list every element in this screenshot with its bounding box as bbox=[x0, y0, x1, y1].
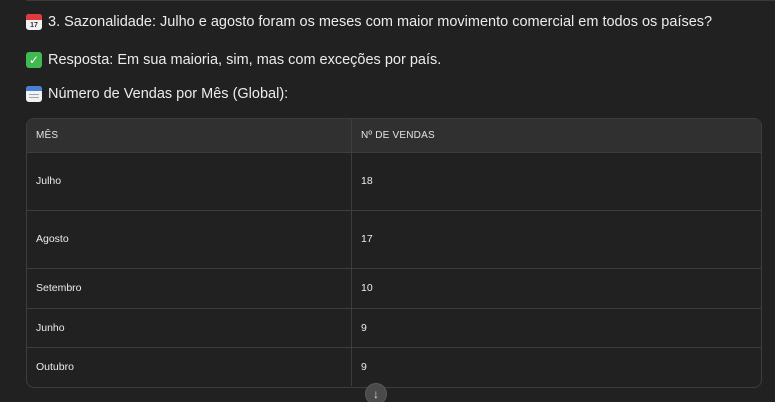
answer-text: Resposta: Em sua maioria, sim, mas com e… bbox=[48, 52, 442, 68]
divider bbox=[26, 0, 775, 1]
calendar-icon: 17 bbox=[26, 14, 42, 30]
table-heading-text: Número de Vendas por Mês (Global): bbox=[48, 86, 289, 102]
seasonality-question-text: 3. Sazonalidade: Julho e agosto foram os… bbox=[48, 14, 713, 30]
sales-by-month-table: MÊS Nº DE VENDAS Julho 18 Agosto 17 Sete… bbox=[26, 118, 762, 388]
cell-sales: 18 bbox=[351, 151, 761, 210]
table-header-row: MÊS Nº DE VENDAS bbox=[27, 119, 761, 152]
seasonality-question: 17 3. Sazonalidade: Julho e agosto foram… bbox=[26, 14, 712, 30]
cell-month: Junho bbox=[27, 307, 352, 347]
table-row: Junho 9 bbox=[27, 307, 761, 347]
table-heading: Número de Vendas por Mês (Global): bbox=[26, 86, 288, 102]
answer-line: ✓ Resposta: Em sua maioria, sim, mas com… bbox=[26, 52, 441, 68]
cell-month: Julho bbox=[27, 151, 352, 210]
cell-month: Outubro bbox=[27, 346, 352, 386]
table-row: Outubro 9 bbox=[27, 346, 761, 386]
cell-month: Agosto bbox=[27, 209, 352, 268]
spiral-calendar-icon bbox=[26, 86, 42, 102]
cell-sales: 17 bbox=[351, 209, 761, 268]
check-mark-icon: ✓ bbox=[26, 52, 42, 68]
table-row: Setembro 10 bbox=[27, 267, 761, 308]
table-row: Agosto 17 bbox=[27, 209, 761, 268]
cell-sales: 10 bbox=[351, 267, 761, 308]
arrow-down-icon: ↓ bbox=[373, 387, 379, 401]
column-header-month: MÊS bbox=[27, 119, 352, 152]
cell-sales: 9 bbox=[351, 346, 761, 386]
cell-month: Setembro bbox=[27, 267, 352, 308]
chat-message: 17 3. Sazonalidade: Julho e agosto foram… bbox=[0, 0, 775, 402]
scroll-to-bottom-button[interactable]: ↓ bbox=[365, 383, 387, 402]
column-header-sales: Nº DE VENDAS bbox=[361, 129, 435, 141]
cell-sales: 9 bbox=[351, 307, 761, 347]
table-row: Julho 18 bbox=[27, 151, 761, 210]
